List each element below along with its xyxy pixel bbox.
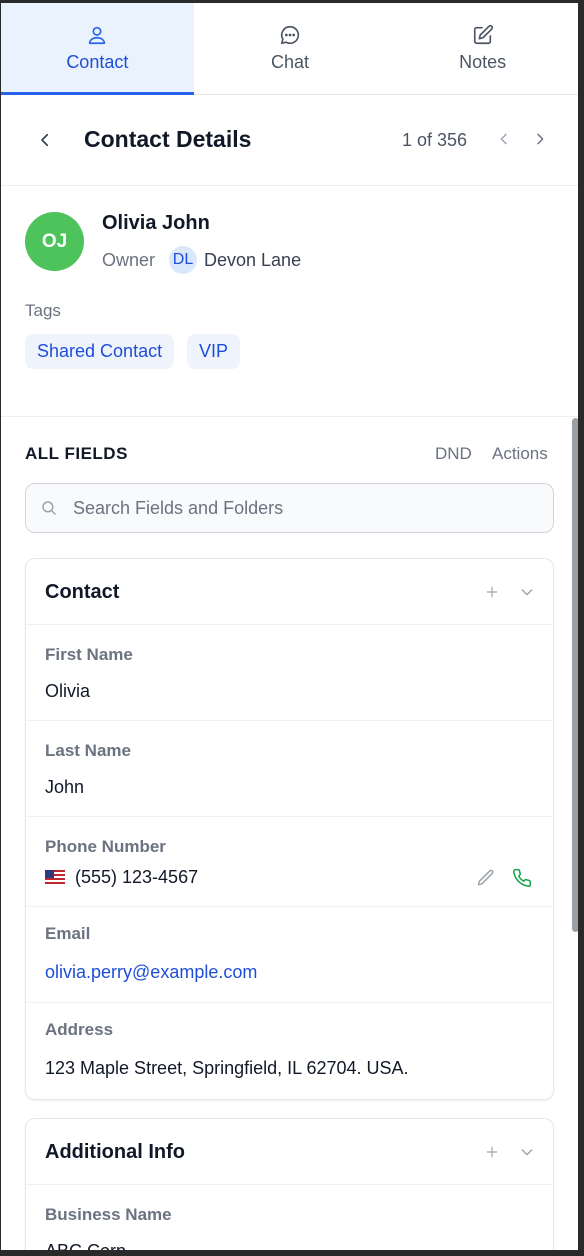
tag-shared-contact[interactable]: Shared Contact [25, 334, 175, 369]
tab-contact-label: Contact [66, 52, 129, 72]
chevron-left-icon [500, 133, 507, 145]
card-title: Additional Info [45, 1141, 185, 1163]
field-label: Address [45, 1020, 114, 1039]
field-address[interactable]: Address 123 Maple Street, Springfield, I… [26, 1003, 553, 1099]
field-value: ABC Corp [45, 1241, 127, 1256]
collapse-card-button[interactable] [516, 1141, 538, 1163]
field-label: Business Name [45, 1205, 172, 1224]
owner-label: Owner [102, 250, 156, 270]
field-last-name[interactable]: Last Name John [26, 721, 553, 817]
search-input[interactable] [73, 494, 533, 522]
field-email[interactable]: Email olivia.perry@example.com [26, 907, 553, 1003]
card-header: Contact [26, 559, 553, 625]
add-field-button[interactable] [481, 1141, 503, 1163]
us-flag-icon [45, 870, 65, 884]
field-value: (555) 123-4567 [75, 867, 199, 887]
field-business-name[interactable]: Business Name ABC Corp [26, 1185, 553, 1256]
field-label: Email [45, 924, 91, 943]
additional-info-card: Additional Info Business Name ABC Corp [25, 1118, 554, 1256]
field-phone-number[interactable]: Phone Number (555) 123-4567 [26, 817, 553, 907]
dnd-button[interactable]: DND [435, 444, 472, 464]
all-fields-heading: ALL FIELDS [25, 444, 128, 463]
chevron-left-icon [41, 133, 49, 147]
previous-record-button[interactable] [491, 126, 517, 152]
tab-chat[interactable]: Chat [194, 3, 387, 94]
pencil-icon[interactable] [476, 868, 496, 888]
scrollbar-thumb[interactable] [572, 418, 578, 932]
tab-notes[interactable]: Notes [386, 3, 578, 94]
collapse-card-button[interactable] [516, 581, 538, 603]
plus-icon [486, 1146, 498, 1158]
add-field-button[interactable] [481, 581, 503, 603]
chevron-down-icon [521, 1149, 533, 1156]
field-first-name[interactable]: First Name Olivia [26, 625, 553, 721]
chat-bubble-icon [280, 25, 300, 45]
email-link[interactable]: olivia.perry@example.com [45, 962, 257, 983]
chevron-down-icon [521, 589, 533, 596]
user-icon [89, 26, 106, 45]
next-record-button[interactable] [527, 126, 553, 152]
field-value: Olivia [45, 681, 91, 701]
section-divider [1, 416, 578, 417]
tab-contact[interactable]: Contact [1, 3, 194, 95]
plus-icon [486, 586, 498, 598]
field-value: John [45, 777, 85, 797]
owner-name[interactable]: Devon Lane [204, 250, 301, 271]
contact-name: Olivia John [102, 212, 210, 234]
card-title: Contact [45, 581, 120, 603]
actions-button[interactable]: Actions [492, 444, 548, 464]
field-value: 123 Maple Street, Springfield, IL 62704.… [45, 1058, 409, 1078]
chevron-right-icon [537, 133, 544, 145]
search-box [25, 483, 554, 533]
phone-icon[interactable] [512, 868, 532, 888]
page-title: Contact Details [84, 126, 252, 152]
details-header: Contact Details 1 of 356 [1, 96, 578, 186]
field-label: First Name [45, 645, 133, 664]
search-icon [42, 501, 56, 515]
back-button[interactable] [31, 126, 59, 154]
edit-icon [473, 24, 493, 45]
tab-chat-label: Chat [270, 52, 310, 72]
owner-avatar: DL [169, 246, 197, 274]
tab-bar: Contact Chat Notes [1, 3, 578, 95]
contact-fields-card: Contact First Name Olivia Last Name John… [25, 558, 554, 1100]
tag-vip[interactable]: VIP [187, 334, 241, 369]
field-label: Last Name [45, 741, 131, 760]
field-label: Phone Number [45, 837, 166, 856]
card-header: Additional Info [26, 1119, 553, 1185]
record-pager-text: 1 of 356 [402, 130, 468, 150]
contact-avatar: OJ [25, 212, 84, 271]
tags-label: Tags [25, 301, 61, 320]
tab-notes-label: Notes [459, 52, 507, 72]
app-frame: Contact Chat Notes Contact Details 1 of … [0, 0, 584, 1256]
